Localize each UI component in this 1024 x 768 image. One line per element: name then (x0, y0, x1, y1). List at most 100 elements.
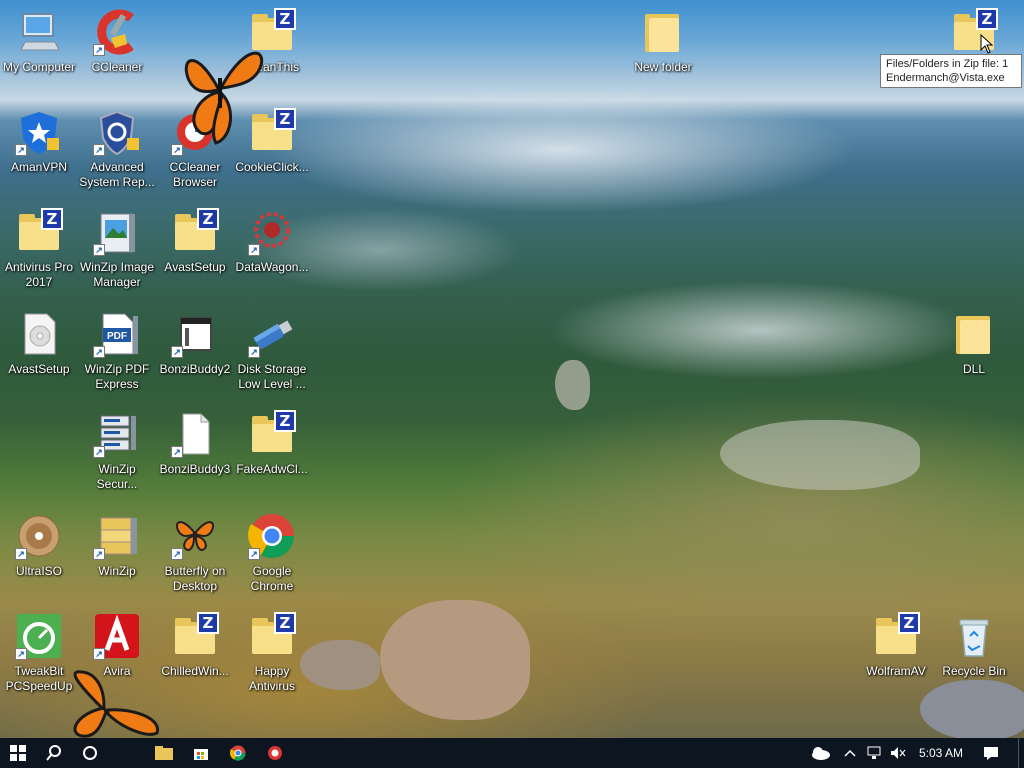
desktop-icon-winzip-pdf-express[interactable]: PDF ↗ WinZip PDF Express (79, 310, 155, 392)
butterfly-icon (184, 51, 264, 145)
desktop-icon-label: Advanced System Rep... (79, 160, 155, 189)
butterfly-icon (73, 670, 159, 738)
desktop-icon-ultraiso[interactable]: ↗ UltraISO (1, 512, 77, 579)
desktop-icon-label: Google Chrome (250, 564, 294, 593)
desktop-icon-winzip-image-manager[interactable]: ↗ WinZip Image Manager (79, 208, 155, 290)
shortcut-arrow-icon: ↗ (171, 346, 183, 358)
desktop-icon-label: My Computer (2, 60, 76, 74)
desktop-icon-label: Happy Antivirus (248, 664, 295, 693)
shortcut-arrow-icon: ↗ (93, 648, 105, 660)
desktop-icon-zip-top-right[interactable]: Z (936, 8, 1012, 60)
desktop-icon-label: AvastSetup (164, 260, 226, 274)
desktop-icon-label: CookieClick... (235, 160, 309, 174)
butterfly-icon: ↗ (171, 512, 219, 560)
chrome-icon[interactable] (220, 738, 256, 768)
desktop-icon-bonzibuddy2[interactable]: ↗ BonziBuddy2 (157, 310, 233, 377)
desktop-icon-label: Disk Storage Low Level ... (237, 362, 307, 391)
zip-folder-icon: Z (15, 208, 63, 256)
zip-folder-icon: Z (248, 410, 296, 458)
desktop-icon-label: WinZip PDF Express (84, 362, 150, 391)
shortcut-arrow-icon: ↗ (93, 346, 105, 358)
shortcut-arrow-icon: ↗ (93, 244, 105, 256)
ccleaner-icon: ↗ (93, 8, 141, 56)
recycle-bin-icon (950, 612, 998, 660)
desktop-icon-avastsetup-zip[interactable]: Z AvastSetup (157, 208, 233, 275)
desktop-icon-dll[interactable]: DLL (936, 310, 1012, 377)
desktop-icon-datawagon[interactable]: ↗ DataWagon... (234, 208, 310, 275)
app-window-icon: ↗ (171, 310, 219, 358)
winzip-image-icon: ↗ (93, 208, 141, 256)
desktop[interactable]: My Computer ↗ CCleaner Z CleanThis New folder… (0, 0, 1024, 738)
volume-muted-icon[interactable] (886, 738, 910, 768)
folder-icon (639, 8, 687, 56)
zip-folder-icon: Z (248, 612, 296, 660)
zip-folder-icon: Z (872, 612, 920, 660)
taskbar-clock[interactable]: 5:03 AM (912, 738, 970, 768)
wallpaper-rock (380, 600, 530, 720)
shortcut-arrow-icon: ↗ (93, 144, 105, 156)
disc-icon: ↗ (15, 512, 63, 560)
desktop-icon-happy-antivirus[interactable]: Z Happy Antivirus (234, 612, 310, 694)
winzip-icon: ↗ (93, 512, 141, 560)
action-center-icon[interactable] (976, 738, 1006, 768)
wallpaper-rock (920, 680, 1024, 738)
shortcut-arrow-icon: ↗ (248, 346, 260, 358)
search-icon[interactable] (36, 738, 72, 768)
desktop-icon-my-computer[interactable]: My Computer (1, 8, 77, 75)
desktop-icon-amanvpn[interactable]: ↗ AmanVPN (1, 108, 77, 175)
zip-folder-icon: Z (171, 612, 219, 660)
shortcut-arrow-icon: ↗ (15, 548, 27, 560)
folder-icon (950, 310, 998, 358)
chevron-up-icon[interactable] (840, 738, 860, 768)
desktop-icon-recycle-bin[interactable]: Recycle Bin (936, 612, 1012, 679)
pdf-icon: PDF ↗ (93, 310, 141, 358)
desktop-icon-butterfly-on-desktop[interactable]: ↗ Butterfly on Desktop (157, 512, 233, 594)
show-desktop-button[interactable] (1018, 738, 1019, 768)
shortcut-arrow-icon: ↗ (171, 548, 183, 560)
desktop-icon-label: CCleaner (91, 60, 143, 74)
desktop-icon-disk-storage[interactable]: ↗ Disk Storage Low Level ... (234, 310, 310, 392)
desktop-icon-label: UltraISO (15, 564, 62, 578)
zip-folder-icon: Z (171, 208, 219, 256)
ccleaner-browser-icon[interactable] (257, 738, 293, 768)
tooltip-line-2: Endermanch@Vista.exe (886, 72, 1005, 84)
desktop-icon-google-chrome[interactable]: ↗ Google Chrome (234, 512, 310, 594)
blank-file-icon: ↗ (171, 410, 219, 458)
server-icon: ↗ (93, 410, 141, 458)
shortcut-arrow-icon: ↗ (248, 548, 260, 560)
desktop-icon-label: BonziBuddy2 (159, 362, 231, 376)
file-explorer-icon[interactable] (146, 738, 182, 768)
desktop-icon-winzip-secure[interactable]: ↗ WinZip Secur... (79, 410, 155, 492)
desktop-icon-label: Recycle Bin (942, 664, 1006, 678)
usb-drive-icon: ↗ (248, 310, 296, 358)
desktop-icon-label: AmanVPN (10, 160, 68, 174)
datawagon-icon: ↗ (248, 208, 296, 256)
desktop-icon-fakeadwcl[interactable]: Z FakeAdwCl... (234, 410, 310, 477)
desktop-icon-label: AvastSetup (8, 362, 70, 376)
shortcut-arrow-icon: ↗ (248, 244, 260, 256)
onedrive-cloud-icon[interactable] (806, 738, 834, 768)
tooltip-line-1: Files/Folders in Zip file: 1 (886, 58, 1009, 70)
desktop-icon-new-folder[interactable]: New folder (625, 8, 701, 75)
desktop-icon-avastsetup[interactable]: AvastSetup (1, 310, 77, 377)
desktop-icon-label: WinZip (98, 564, 136, 578)
network-icon[interactable] (862, 738, 886, 768)
desktop-icon-wolframav[interactable]: Z WolframAV (858, 612, 934, 679)
desktop-icon-ccleaner[interactable]: ↗ CCleaner (79, 8, 155, 75)
desktop-icon-label: FakeAdwCl... (236, 462, 308, 476)
setup-disc-icon (15, 310, 63, 358)
desktop-icon-bonzibuddy3[interactable]: ↗ BonziBuddy3 (157, 410, 233, 477)
shortcut-arrow-icon: ↗ (15, 648, 27, 660)
desktop-icon-label: DLL (962, 362, 985, 376)
shortcut-arrow-icon: ↗ (15, 144, 27, 156)
cortana-icon[interactable] (72, 738, 108, 768)
wallpaper-rock (720, 420, 920, 490)
desktop-icon-advanced-system-repair[interactable]: ↗ Advanced System Rep... (79, 108, 155, 190)
desktop-icon-antivirus-pro-2017[interactable]: Z Antivirus Pro 2017 (1, 208, 77, 290)
computer-icon (15, 8, 63, 56)
desktop-icon-winzip[interactable]: ↗ WinZip (79, 512, 155, 579)
shortcut-arrow-icon: ↗ (93, 44, 105, 56)
desktop-icon-label: Butterfly on Desktop (164, 564, 226, 593)
store-icon[interactable] (183, 738, 219, 768)
windows-start-icon[interactable] (0, 738, 36, 768)
